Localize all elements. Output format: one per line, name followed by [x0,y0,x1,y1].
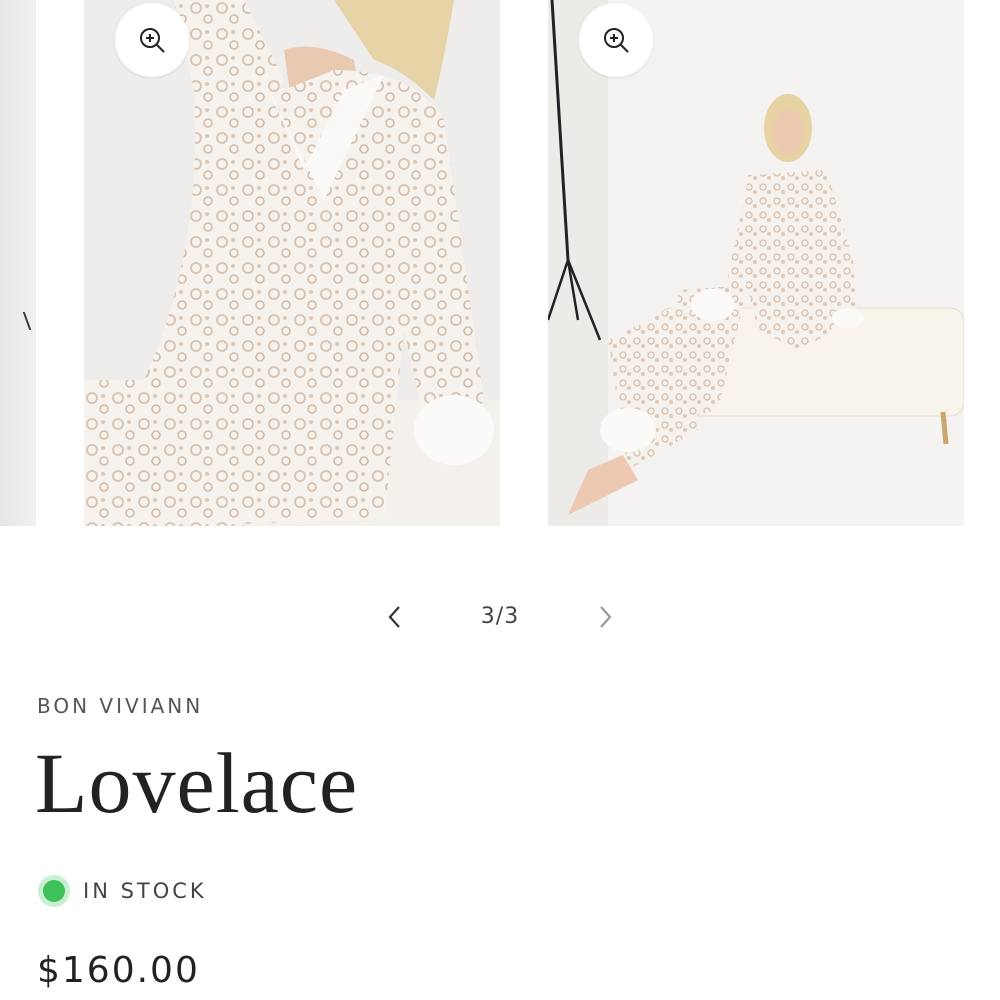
product-photo-closeup [84,0,500,526]
gallery-slide-2[interactable] [548,0,964,526]
zoom-in-icon [604,28,629,53]
product-vendor[interactable]: BON VIVIANN [37,694,203,718]
light-stand-fragment [22,312,36,330]
product-photo-full [548,0,964,526]
stock-status-label: IN STOCK [83,879,207,903]
zoom-button[interactable] [115,3,189,77]
product-title: Lovelace [35,735,359,831]
gallery-slide-1[interactable] [84,0,500,526]
in-stock-indicator-icon [43,880,65,902]
zoom-button[interactable] [579,3,653,77]
stock-status: IN STOCK [37,873,207,909]
zoom-in-icon [140,28,165,53]
gallery-pager: 3/3 [360,590,640,644]
next-slide-button[interactable] [578,590,632,644]
gallery-slide-partial[interactable] [0,0,36,526]
chevron-right-icon [600,606,612,628]
product-price: $160.00 [37,950,200,991]
